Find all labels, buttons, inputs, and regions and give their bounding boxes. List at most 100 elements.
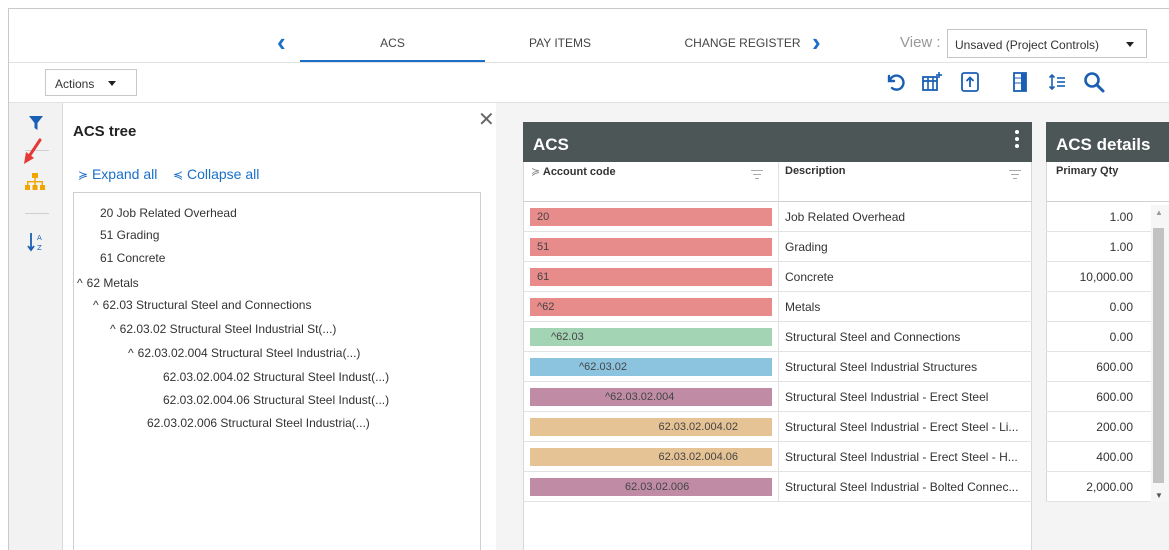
add-column-icon[interactable] bbox=[920, 70, 944, 94]
account-code-cell[interactable]: ^62 bbox=[530, 298, 772, 316]
description-cell[interactable]: Grading bbox=[785, 240, 828, 254]
column-header-primary-qty[interactable]: Primary Qty bbox=[1050, 162, 1165, 201]
account-code-cell[interactable]: 51 bbox=[530, 238, 772, 256]
sort-az-icon[interactable]: A Z bbox=[27, 231, 45, 253]
close-icon[interactable]: ✕ bbox=[478, 110, 495, 130]
more-options-icon[interactable] bbox=[1014, 130, 1020, 152]
collapse-all-icon: ≼ bbox=[173, 168, 184, 182]
column-header-label: Account code bbox=[542, 166, 616, 178]
tab-pay-items[interactable]: PAY ITEMS bbox=[500, 36, 620, 50]
svg-text:A: A bbox=[37, 234, 42, 242]
description-cell[interactable]: Structural Steel Industrial - Erect Stee… bbox=[785, 420, 1018, 434]
description-cell[interactable]: Metals bbox=[785, 300, 820, 314]
description-cell[interactable]: Structural Steel Industrial - Bolted Con… bbox=[785, 480, 1018, 494]
expand-all-icon: ≽ bbox=[78, 168, 89, 182]
column-filter-icon[interactable] bbox=[751, 170, 763, 182]
primary-qty-cell[interactable]: 0.00 bbox=[1043, 300, 1133, 314]
tree-node[interactable]: ^ 62.03 Structural Steel and Connections bbox=[93, 298, 311, 312]
description-cell[interactable]: Structural Steel Industrial Structures bbox=[785, 360, 977, 374]
actions-label: Actions bbox=[55, 77, 95, 91]
primary-qty-cell[interactable]: 400.00 bbox=[1043, 450, 1133, 464]
primary-qty-cell[interactable]: 2,000.00 bbox=[1043, 480, 1133, 494]
scroll-down-icon[interactable]: ▼ bbox=[1155, 491, 1163, 500]
tree-node[interactable]: 62.03.02.004.02 Structural Steel Indust(… bbox=[163, 370, 389, 384]
description-cell[interactable]: Structural Steel Industrial - Erect Stee… bbox=[785, 450, 1018, 464]
description-cell[interactable]: Structural Steel and Connections bbox=[785, 330, 960, 344]
hierarchy-icon[interactable] bbox=[25, 173, 45, 191]
primary-qty-cell[interactable]: 1.00 bbox=[1043, 240, 1133, 254]
column-header-label: Description bbox=[785, 165, 846, 177]
account-code-cell[interactable]: ^62.03 bbox=[530, 328, 772, 346]
tree-node[interactable]: ^ 62.03.02 Structural Steel Industrial St… bbox=[110, 322, 336, 336]
actions-dropdown[interactable]: Actions bbox=[45, 69, 137, 96]
primary-qty-cell[interactable]: 600.00 bbox=[1043, 360, 1133, 374]
account-code-cell[interactable]: 20 bbox=[530, 208, 772, 226]
tree-caret-icon[interactable]: ^ bbox=[93, 298, 99, 312]
account-code-cell[interactable]: 62.03.02.004.02 bbox=[530, 418, 772, 436]
tree-node-label: 62.03 Structural Steel and Connections bbox=[102, 298, 312, 312]
scroll-up-icon[interactable]: ▲ bbox=[1155, 208, 1163, 217]
tree-caret-icon[interactable]: ^ bbox=[110, 322, 116, 336]
column-header-account-code[interactable]: ≽ Account code bbox=[525, 162, 778, 201]
primary-qty-cell[interactable]: 1.00 bbox=[1043, 210, 1133, 224]
column-header-description[interactable]: Description bbox=[779, 162, 1032, 201]
tree-node[interactable]: ^ 62.03.02.004 Structural Steel Industria… bbox=[128, 346, 360, 360]
account-code-cell[interactable]: 62.03.02.004.06 bbox=[530, 448, 772, 466]
search-icon[interactable] bbox=[1082, 70, 1106, 94]
acs-grid-header: ACS bbox=[523, 122, 1032, 162]
tree-node[interactable]: 20 Job Related Overhead bbox=[100, 206, 237, 220]
account-code-cell[interactable]: 62.03.02.006 bbox=[530, 478, 772, 496]
tab-acs[interactable]: ACS bbox=[300, 36, 485, 50]
expand-all-link[interactable]: ≽ Expand all bbox=[78, 166, 157, 182]
expand-all-icon[interactable]: ≽ bbox=[531, 166, 540, 178]
primary-qty-cell[interactable]: 200.00 bbox=[1043, 420, 1133, 434]
primary-qty-cell[interactable]: 10,000.00 bbox=[1043, 270, 1133, 284]
column-filter-icon[interactable] bbox=[1009, 170, 1021, 182]
account-code-label: 62.03.02 bbox=[584, 361, 627, 373]
rail-divider bbox=[25, 213, 49, 214]
tree-caret-icon[interactable]: ^ bbox=[77, 276, 83, 290]
description-cell[interactable]: Structural Steel Industrial - Erect Stee… bbox=[785, 390, 988, 404]
tree-node-label: 62.03.02.004.06 Structural Steel Indust(… bbox=[163, 393, 390, 407]
filter-icon[interactable] bbox=[28, 115, 44, 131]
tree-node[interactable]: 51 Grading bbox=[100, 228, 159, 242]
export-icon[interactable] bbox=[958, 70, 982, 94]
account-code-cell[interactable]: 61 bbox=[530, 268, 772, 286]
row-height-icon[interactable] bbox=[1045, 70, 1069, 94]
tabs-next-arrow-icon[interactable]: › bbox=[812, 29, 821, 55]
view-select-value: Unsaved (Project Controls) bbox=[955, 38, 1100, 52]
account-code-cell[interactable]: ^62.03.02.004 bbox=[530, 388, 772, 406]
column-header-label: Primary Qty bbox=[1056, 165, 1119, 177]
primary-qty-cell[interactable]: 600.00 bbox=[1043, 390, 1133, 404]
account-code-label: 20 bbox=[537, 211, 550, 223]
description-cell[interactable]: Job Related Overhead bbox=[785, 210, 905, 224]
tree-node-label: 62 Metals bbox=[86, 276, 139, 290]
account-code-label: 61 bbox=[537, 271, 550, 283]
description-cell[interactable]: Concrete bbox=[785, 270, 834, 284]
view-label: View : bbox=[900, 34, 941, 51]
primary-qty-cell[interactable]: 0.00 bbox=[1043, 330, 1133, 344]
tree-node-label: 62.03.02.004.02 Structural Steel Indust(… bbox=[163, 370, 390, 384]
collapse-all-label: Collapse all bbox=[186, 166, 260, 182]
tree-node[interactable]: ^ 62 Metals bbox=[77, 276, 139, 290]
tree-node[interactable]: 62.03.02.004.06 Structural Steel Indust(… bbox=[163, 393, 389, 407]
collapse-all-link[interactable]: ≼ Collapse all bbox=[173, 166, 259, 182]
account-code-cell[interactable]: ^62.03.02 bbox=[530, 358, 772, 376]
column-panel-icon[interactable] bbox=[1008, 70, 1032, 94]
tree-node[interactable]: 62.03.02.006 Structural Steel Industria(… bbox=[147, 416, 370, 430]
tree-node[interactable]: 61 Concrete bbox=[100, 251, 165, 265]
view-select[interactable]: Unsaved (Project Controls) bbox=[947, 29, 1147, 58]
account-code-label: 62.03.02.006 bbox=[625, 481, 690, 493]
tree-title: ACS tree bbox=[73, 123, 137, 140]
tabs-prev-arrow-icon[interactable]: ‹ bbox=[277, 29, 286, 55]
chevron-down-icon bbox=[1126, 42, 1134, 47]
tree-caret-icon[interactable]: ^ bbox=[128, 346, 134, 360]
account-code-label: 51 bbox=[537, 241, 550, 253]
undo-icon[interactable] bbox=[883, 70, 907, 94]
tab-change-register[interactable]: CHANGE REGISTER bbox=[680, 36, 805, 50]
tree-node-label: 61 Concrete bbox=[100, 251, 166, 265]
acs-details-header: ACS details bbox=[1046, 122, 1169, 162]
account-code-label: 62.03 bbox=[556, 331, 584, 343]
account-code-label: 62.03.02.004 bbox=[610, 391, 675, 403]
scrollbar-thumb[interactable] bbox=[1153, 228, 1164, 483]
